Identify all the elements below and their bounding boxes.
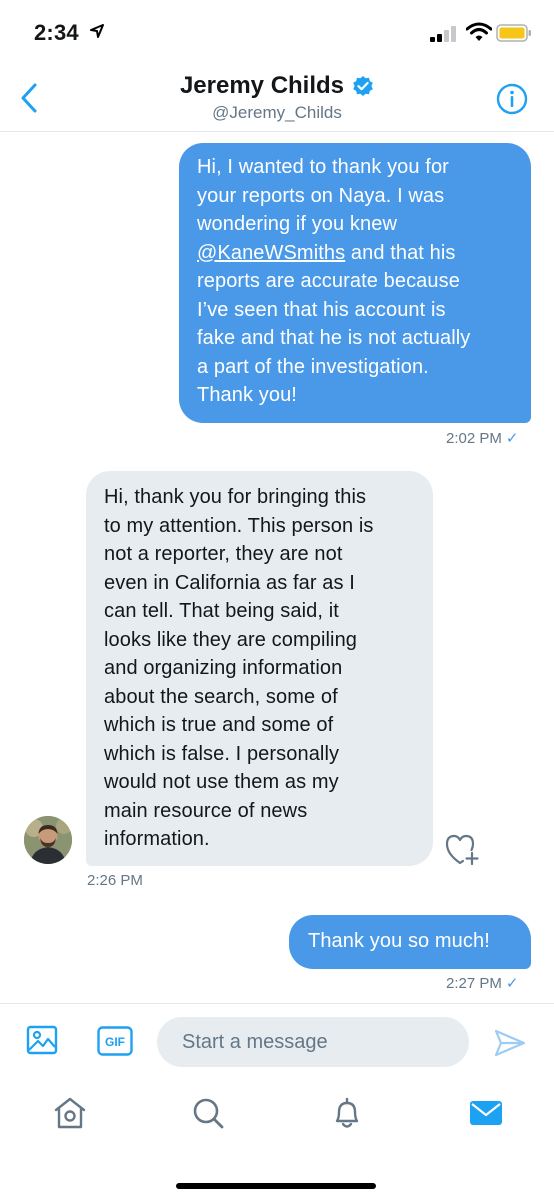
message-line: about the search, some of: [104, 685, 338, 708]
message-line: information.: [104, 828, 210, 850]
avatar-photo: [24, 816, 72, 864]
gif-label: GIF: [105, 1035, 125, 1049]
status-bar: 2:34: [0, 0, 554, 66]
conversation-title[interactable]: Jeremy Childs @Jeremy_Childs: [0, 72, 554, 123]
message-line: I’ve seen that his account is: [197, 298, 446, 321]
read-check-icon: ✓: [505, 430, 519, 447]
message-line: would not use them as my: [104, 771, 339, 793]
message-line: a part of the investigation.: [197, 355, 429, 378]
message-line: looks like they are compiling: [104, 628, 358, 651]
mention-link[interactable]: @KaneWSmiths: [197, 242, 345, 264]
messages-envelope-icon[interactable]: [468, 1095, 504, 1131]
message-timestamp: 2:02 PM ✓: [446, 429, 518, 447]
message-line: Thank you so much!: [308, 930, 490, 952]
battery-icon: [496, 24, 531, 42]
search-icon[interactable]: [190, 1095, 226, 1131]
sent-message-bubble[interactable]: Hi, I wanted to thank you for your repor…: [179, 143, 531, 423]
message-line: even in California as far as I: [104, 571, 355, 594]
cellular-signal-icon: [430, 26, 456, 42]
message-line: and organizing information: [104, 657, 343, 679]
message-line: main resource of news: [104, 799, 308, 822]
message-line: Thank you!: [197, 384, 297, 406]
timestamp-text: 2:02 PM: [446, 430, 502, 447]
info-icon[interactable]: [496, 83, 528, 115]
message-line: fake and that he is not actually: [197, 327, 471, 349]
notifications-bell-icon[interactable]: [329, 1095, 365, 1131]
gif-icon[interactable]: GIF: [97, 1026, 133, 1056]
verified-badge-icon: [353, 76, 373, 96]
avatar[interactable]: [24, 816, 72, 864]
read-check-icon: ✓: [505, 975, 519, 992]
message-line: to my attention. This person is: [104, 514, 374, 537]
message-line: which is false. I personally: [104, 742, 340, 765]
add-reaction-heart-icon[interactable]: [444, 832, 480, 866]
home-icon[interactable]: [52, 1095, 88, 1131]
message-line: your reports on Naya. I was: [197, 184, 445, 207]
wifi-icon: [466, 22, 492, 41]
message-line: can tell. That being said, it: [104, 600, 339, 622]
timestamp-text: 2:27 PM: [446, 975, 502, 992]
location-arrow-icon: [90, 24, 104, 38]
conversation-header: Jeremy Childs @Jeremy_Childs: [0, 66, 554, 132]
image-media-icon[interactable]: [26, 1024, 58, 1056]
tab-bar: [0, 1077, 554, 1200]
message-line: which is true and some of: [104, 714, 334, 736]
message-line: not a reporter, they are not: [104, 543, 343, 565]
send-icon[interactable]: [494, 1029, 526, 1057]
message-line: wondering if you knew: [197, 213, 397, 235]
status-time: 2:34: [34, 20, 79, 45]
contact-name: Jeremy Childs: [179, 72, 345, 99]
message-timestamp: 2:26 PM: [87, 872, 143, 889]
received-message-bubble[interactable]: Hi, thank you for bringing this to my at…: [86, 471, 433, 866]
message-line: Hi, I wanted to thank you for: [197, 156, 449, 178]
sent-message-bubble[interactable]: Thank you so much!: [289, 915, 531, 969]
message-line: reports are accurate because: [197, 270, 460, 292]
home-indicator: [176, 1183, 376, 1189]
message-line: Hi, thank you for bringing this: [104, 486, 367, 508]
message-timestamp: 2:27 PM ✓: [446, 974, 518, 992]
message-input[interactable]: [157, 1017, 469, 1067]
message-composer: GIF: [0, 1003, 554, 1077]
message-line: and that his: [345, 241, 456, 264]
contact-handle: @Jeremy_Childs: [212, 103, 342, 122]
